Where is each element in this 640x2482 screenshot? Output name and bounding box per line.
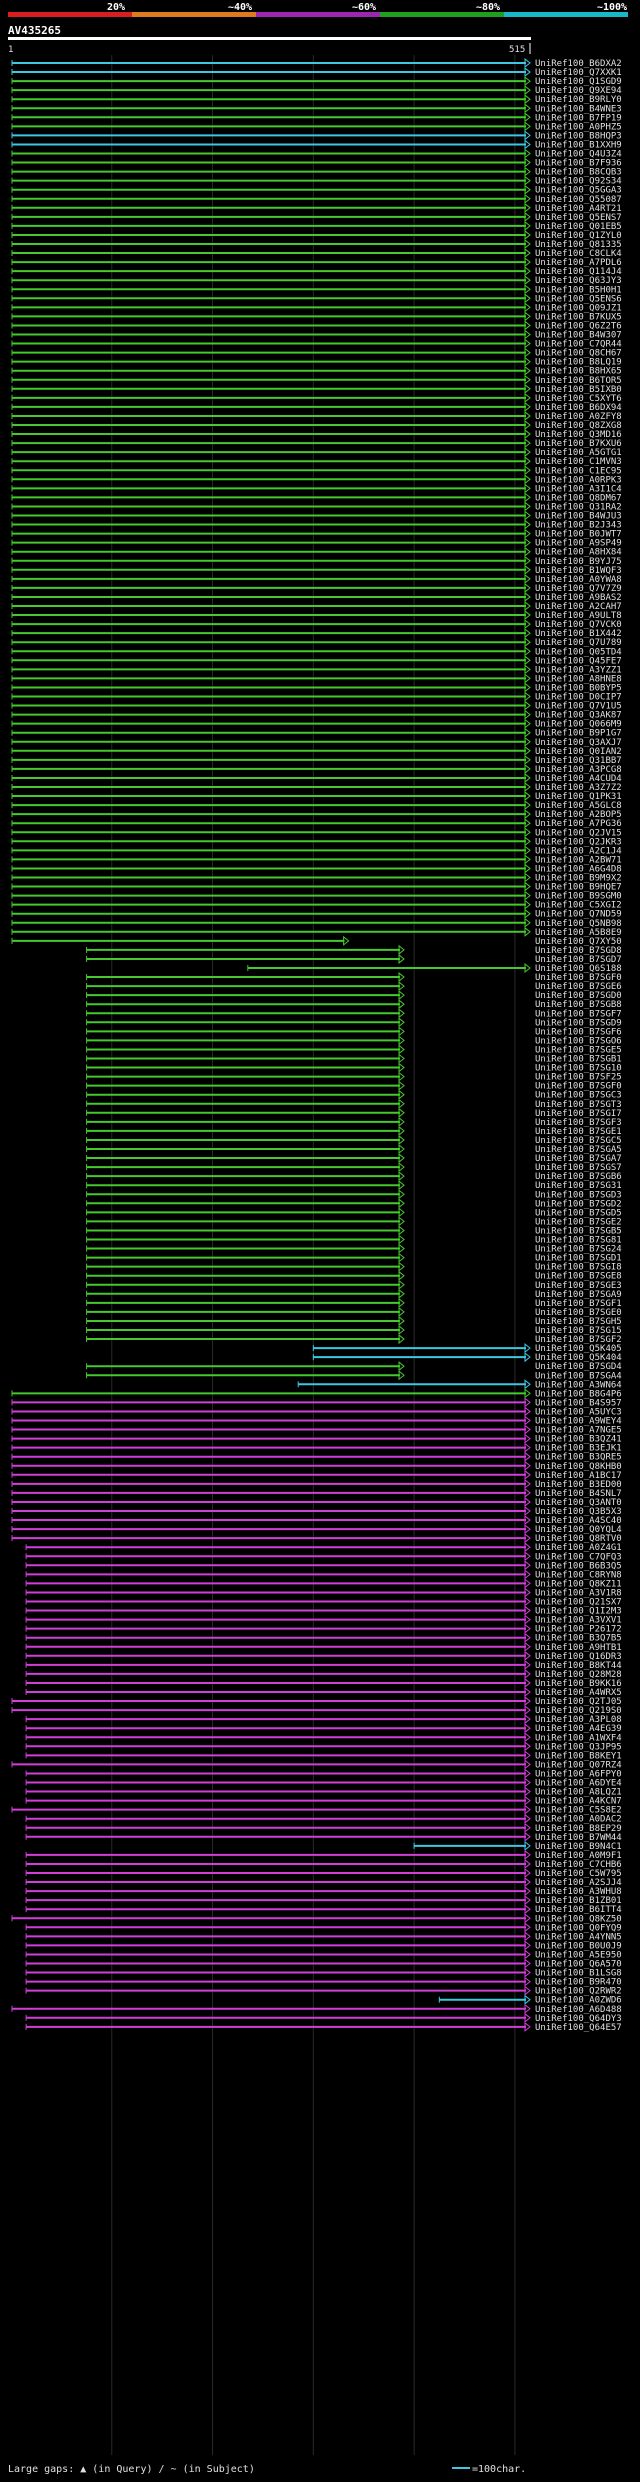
blast-hit-overview: 20% ~40% ~60% ~80% ~100% AV435265 1 515 UniR…: [0, 0, 640, 2478]
gaps-legend: Large gaps: ▲ (in Query) / ~ (in Subject…: [8, 2464, 255, 2475]
legend-label-4: ~80%: [476, 2, 500, 13]
legend-label-2: ~40%: [228, 2, 252, 13]
legend-label-5: ~100%: [597, 2, 627, 13]
query-bar: [8, 37, 531, 40]
query-end-label: 515: [509, 45, 525, 55]
query-start-label: 1: [8, 45, 13, 55]
scale-label: =100char.: [472, 2464, 526, 2475]
alignment-graphic: 20% ~40% ~60% ~80% ~100% AV435265 1 515 UniR…: [0, 0, 640, 2478]
legend-label-1: 20%: [107, 2, 125, 13]
legend-label-3: ~60%: [352, 2, 376, 13]
hit-label[interactable]: UniRef100_Q64E57: [535, 2023, 622, 2033]
query-title: AV435265: [8, 24, 61, 37]
